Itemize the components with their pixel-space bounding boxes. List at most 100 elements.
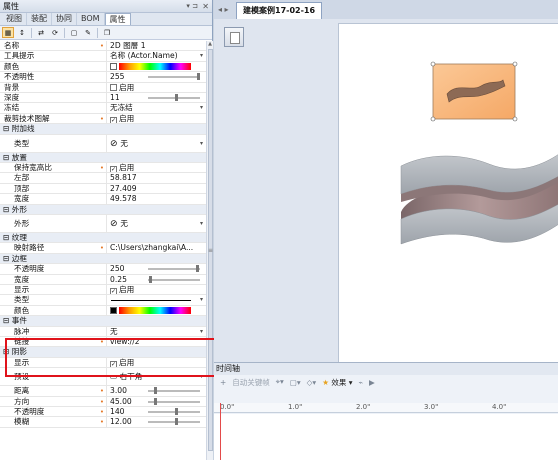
slider-thumb[interactable] bbox=[174, 408, 178, 415]
property-row[interactable]: 裁剪技术图解 • ✓ 启用 bbox=[0, 113, 206, 125]
property-value[interactable]: ✓ 启用 bbox=[106, 163, 206, 173]
property-row[interactable]: 名称 • 2D 图層 1 bbox=[0, 41, 206, 52]
property-row[interactable]: 颜色 bbox=[0, 61, 206, 73]
property-value[interactable]: 无冻结 ▾ bbox=[106, 103, 206, 113]
checkbox[interactable]: ✓ bbox=[110, 288, 117, 295]
slider-thumb[interactable] bbox=[148, 275, 152, 283]
slider-thumb[interactable] bbox=[153, 397, 157, 405]
pages-icon[interactable]: ❐ bbox=[101, 27, 113, 38]
collapse-icon[interactable]: ⊟ bbox=[3, 205, 12, 214]
property-row[interactable]: 预设 ▭ 右下角 ▾ bbox=[0, 368, 206, 387]
property-category[interactable]: ⊟ 边框 bbox=[0, 253, 206, 265]
property-value[interactable]: 140 bbox=[106, 407, 206, 417]
property-value[interactable]: 0.25 bbox=[106, 274, 206, 284]
property-value[interactable] bbox=[106, 61, 206, 72]
property-row[interactable]: 颜色 bbox=[0, 305, 206, 317]
page-thumbnail-icon[interactable] bbox=[224, 27, 244, 47]
property-value[interactable] bbox=[106, 305, 206, 316]
property-row[interactable]: 宽度 0.25 bbox=[0, 274, 206, 285]
property-value[interactable]: 49.578 bbox=[106, 194, 206, 204]
tab-scroll-arrows-icon[interactable]: ◂ ▸ bbox=[214, 1, 236, 19]
property-category[interactable]: ⊟ 事件 bbox=[0, 316, 206, 327]
chevron-down-icon[interactable]: ▾ bbox=[200, 103, 203, 112]
property-row[interactable]: 工具提示 名称 (Actor.Name) ▾ bbox=[0, 51, 206, 62]
property-row[interactable]: 顶部 27.409 bbox=[0, 183, 206, 195]
property-value[interactable]: 3.00 bbox=[106, 386, 206, 396]
property-row[interactable]: 方向 • 45.00 bbox=[0, 396, 206, 407]
tab-collab[interactable]: 协同 bbox=[52, 13, 77, 25]
property-category[interactable]: ⊟ 纹理 bbox=[0, 233, 206, 244]
property-value[interactable]: 255 bbox=[106, 72, 206, 82]
layers-icon[interactable]: ◇▾ bbox=[307, 378, 317, 387]
color-spectrum[interactable] bbox=[119, 306, 191, 314]
property-row[interactable]: 链接 • view://2 bbox=[0, 337, 206, 348]
property-value[interactable]: 27.409 bbox=[106, 183, 206, 194]
slider-thumb[interactable] bbox=[197, 73, 200, 81]
document-tab[interactable]: 建模案例17-02-16 bbox=[236, 2, 323, 19]
timeline-cursor[interactable] bbox=[220, 403, 221, 460]
property-row[interactable]: 模糊 • 12.00 bbox=[0, 417, 206, 428]
collapse-icon[interactable]: ⊟ bbox=[3, 233, 12, 242]
property-category[interactable]: ⊟ 外形 bbox=[0, 204, 206, 215]
property-value[interactable]: view://2 bbox=[106, 337, 206, 347]
checkbox[interactable] bbox=[110, 83, 117, 91]
slider-thumb[interactable] bbox=[153, 387, 157, 395]
property-row[interactable]: 映射路径 • C:\Users\zhangkai\A... bbox=[0, 243, 206, 254]
property-row[interactable]: 显示 ✓ 启用 bbox=[0, 357, 206, 369]
property-value[interactable]: ✓ 启用 bbox=[106, 113, 206, 124]
slider-thumb[interactable] bbox=[174, 94, 178, 101]
tab-assembly[interactable]: 装配 bbox=[27, 13, 52, 25]
refresh-icon[interactable]: ⟳ bbox=[49, 27, 61, 38]
close-icon[interactable]: ✕ bbox=[202, 0, 209, 13]
chevron-down-icon[interactable]: ▾ bbox=[200, 368, 203, 385]
checkbox[interactable]: ✓ bbox=[110, 166, 117, 173]
property-row[interactable]: 距离 • 3.00 bbox=[0, 386, 206, 397]
tab-view[interactable]: 视图 bbox=[2, 13, 27, 25]
auto-keyframe-button[interactable]: 自动关键帧 bbox=[232, 377, 270, 388]
3d-part-shape[interactable] bbox=[400, 154, 558, 245]
chevron-down-icon[interactable]: ▾ bbox=[200, 295, 203, 304]
pin-icon[interactable]: ▾ ⊐ bbox=[186, 0, 198, 13]
play-icon[interactable]: ▶ bbox=[369, 378, 375, 387]
property-value[interactable]: C:\Users\zhangkai\A... bbox=[106, 243, 206, 253]
property-value[interactable]: 58.817 bbox=[106, 173, 206, 183]
property-value[interactable]: 45.00 bbox=[106, 396, 206, 406]
property-row[interactable]: 外形 ⊘ 无 ▾ bbox=[0, 215, 206, 233]
property-row[interactable]: 不透明度 250 bbox=[0, 264, 206, 275]
property-row[interactable]: 不透明度 • 140 bbox=[0, 407, 206, 418]
value-slider[interactable] bbox=[148, 265, 200, 273]
property-row[interactable]: 不透明性 255 bbox=[0, 72, 206, 83]
property-row[interactable]: 冻结 无冻结 ▾ bbox=[0, 103, 206, 114]
value-slider[interactable] bbox=[148, 73, 200, 81]
effects-menu[interactable]: ★ 效果 ▾ bbox=[322, 377, 352, 388]
collapse-icon[interactable]: ⊟ bbox=[3, 153, 12, 162]
slider-thumb[interactable] bbox=[196, 265, 200, 273]
property-value[interactable]: 11 bbox=[106, 93, 206, 103]
value-slider[interactable] bbox=[148, 408, 200, 415]
property-row[interactable]: 类型 ⊘ 无 ▾ bbox=[0, 134, 206, 153]
property-category[interactable]: ⊟ 附加线 bbox=[0, 124, 206, 135]
collapse-icon[interactable]: ⊟ bbox=[3, 124, 12, 133]
property-category[interactable]: ⊟ 放置 bbox=[0, 152, 206, 163]
property-row[interactable]: 左部 58.817 bbox=[0, 173, 206, 184]
tab-bom[interactable]: BOM bbox=[77, 13, 105, 25]
color-swatch[interactable] bbox=[110, 306, 117, 314]
property-scrollbar[interactable]: ▲ ≡ bbox=[206, 41, 213, 460]
property-category[interactable]: ⊟ 阴影 bbox=[0, 347, 206, 358]
chevron-down-icon[interactable]: ▾ bbox=[200, 327, 203, 336]
curve-icon[interactable]: ⌁ bbox=[358, 378, 363, 387]
property-value[interactable]: ▭ 右下角 ▾ bbox=[106, 368, 206, 386]
pick-icon[interactable]: ✎ bbox=[82, 27, 94, 38]
value-slider[interactable] bbox=[148, 94, 200, 101]
scroll-up-icon[interactable]: ▲ bbox=[207, 41, 213, 48]
2d-layer-selected[interactable] bbox=[430, 61, 518, 122]
property-value[interactable]: 12.00 bbox=[106, 417, 206, 427]
value-slider[interactable] bbox=[148, 397, 200, 405]
value-slider[interactable] bbox=[148, 418, 200, 426]
property-row[interactable]: 脉冲无 ▾ bbox=[0, 326, 206, 337]
property-row[interactable]: 类型 ▾ bbox=[0, 295, 206, 306]
color-spectrum[interactable] bbox=[119, 62, 191, 70]
chevron-down-icon[interactable]: ▾ bbox=[200, 215, 203, 232]
camera-icon[interactable]: ▢▾ bbox=[290, 378, 301, 387]
timeline-track[interactable] bbox=[214, 414, 558, 460]
